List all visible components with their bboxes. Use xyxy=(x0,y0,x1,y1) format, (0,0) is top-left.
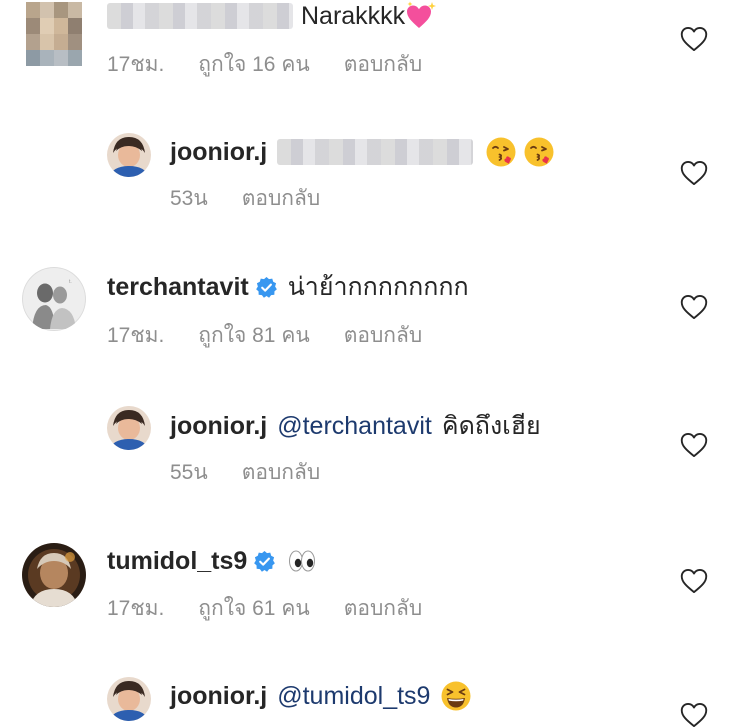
verified-badge-icon xyxy=(253,550,276,573)
comment-likes[interactable]: ถูกใจ 81 คน xyxy=(198,323,309,349)
avatar[interactable] xyxy=(22,543,86,607)
like-heart-icon[interactable] xyxy=(680,294,708,320)
grinning-squinting-face-icon xyxy=(440,680,472,712)
kissing-face-icon xyxy=(485,136,517,168)
comment-username[interactable]: joonior.j xyxy=(170,410,267,442)
reply-button[interactable]: ตอบกลับ xyxy=(242,186,321,212)
comment-text: คิดถึงเฮีย xyxy=(441,412,541,440)
avatar[interactable] xyxy=(26,2,82,66)
comment-time: 53น xyxy=(170,187,208,210)
avatar[interactable] xyxy=(107,406,151,450)
avatar[interactable] xyxy=(107,133,151,177)
comment-text: น่าย้ากกกกกกกก xyxy=(287,273,469,301)
kissing-face-icon xyxy=(523,136,555,168)
reply-button[interactable]: ตอบกลับ xyxy=(344,596,423,622)
like-heart-icon[interactable] xyxy=(680,702,708,728)
avatar[interactable] xyxy=(107,677,151,721)
comment-username[interactable]: joonior.j xyxy=(170,680,267,712)
comment-time: 17ชม. xyxy=(107,597,165,620)
like-heart-icon[interactable] xyxy=(680,432,708,458)
eyes-icon xyxy=(286,545,318,577)
sparkling-heart-icon xyxy=(405,0,437,32)
comment-username[interactable]: tumidol_ts9 xyxy=(107,545,247,577)
reply-button[interactable]: ตอบกลับ xyxy=(344,52,423,78)
comment-likes[interactable]: ถูกใจ 16 คน xyxy=(198,52,309,78)
svg-text:t.: t. xyxy=(69,279,72,285)
mention-link[interactable]: @terchantavit xyxy=(277,410,432,442)
like-heart-icon[interactable] xyxy=(680,26,708,52)
like-heart-icon[interactable] xyxy=(680,160,708,186)
comment-time: 17ชม. xyxy=(107,53,165,76)
comment-time: 17ชม. xyxy=(107,324,165,347)
comment-time: 55น xyxy=(170,461,208,484)
avatar[interactable]: t. xyxy=(22,267,86,331)
blurred-mention[interactable] xyxy=(277,139,474,165)
blurred-username[interactable] xyxy=(107,3,293,29)
reply-button[interactable]: ตอบกลับ xyxy=(242,460,321,486)
verified-badge-icon xyxy=(255,276,278,299)
mention-link[interactable]: @tumidol_ts9 xyxy=(277,680,430,712)
comment-username[interactable]: terchantavit xyxy=(107,271,249,303)
comment-likes[interactable]: ถูกใจ 61 คน xyxy=(198,596,309,622)
comment-username[interactable]: joonior.j xyxy=(170,136,267,168)
like-heart-icon[interactable] xyxy=(680,568,708,594)
reply-button[interactable]: ตอบกลับ xyxy=(344,323,423,349)
comment-text: Narakkkk xyxy=(301,2,406,30)
